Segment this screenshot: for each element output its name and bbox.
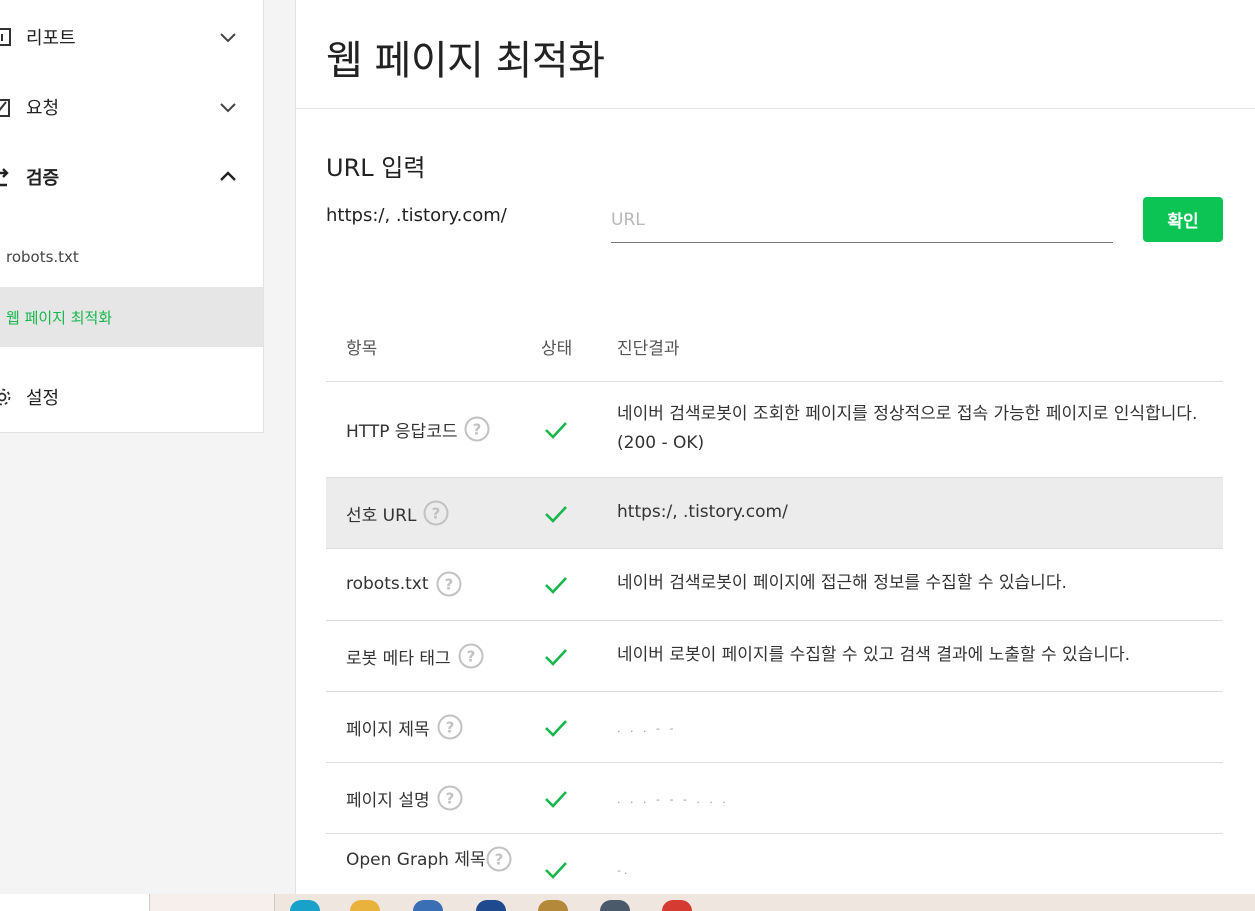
sidebar-subitem-web-optimize[interactable]: 웹 페이지 최적화 <box>0 287 263 347</box>
table-row: 선호 URL ? https:/, .tistory.com/ <box>326 478 1223 549</box>
row-item-label: HTTP 응답코드 <box>346 421 458 442</box>
row-result: https:/, .tistory.com/ <box>617 502 788 522</box>
help-icon[interactable]: ? <box>437 785 463 811</box>
app-icon[interactable] <box>538 900 568 911</box>
row-item-label: Open Graph 제목 <box>346 849 486 870</box>
row-result: -. <box>617 864 631 877</box>
row-item: HTTP 응답코드 ? <box>346 416 536 442</box>
row-item: robots.txt ? <box>346 571 536 597</box>
app-icon[interactable] <box>476 900 506 911</box>
table-row: robots.txt ? 네이버 검색로봇이 페이지에 접근해 정보를 수집할 … <box>326 549 1223 621</box>
table-row: Open Graph 제목 ? -. <box>326 834 1223 894</box>
title-divider <box>296 108 1255 109</box>
sidebar-item-label: 검증 <box>26 168 60 189</box>
row-result: 네이버 검색로봇이 조회한 페이지를 정상적으로 접속 가능한 페이지로 인식합… <box>617 404 1198 453</box>
row-item-label: 선호 URL <box>346 505 417 526</box>
table-row: HTTP 응답코드 ? 네이버 검색로봇이 조회한 페이지를 정상적으로 접속 … <box>326 382 1223 478</box>
verify-icon <box>0 168 9 187</box>
folder-icon[interactable] <box>350 900 380 911</box>
table-header: 항목 상태 진단결과 <box>326 310 1223 382</box>
sidebar-item-label: 요청 <box>26 98 60 119</box>
taskbar-search-area[interactable] <box>150 894 275 911</box>
svg-text:?: ? <box>445 790 454 808</box>
app-icon[interactable] <box>662 900 692 911</box>
chevron-down-icon <box>220 103 236 113</box>
check-icon <box>545 862 567 879</box>
svg-text:?: ? <box>445 719 454 737</box>
gear-icon <box>0 388 11 406</box>
check-icon <box>545 649 567 666</box>
page-title: 웹 페이지 최적화 <box>326 38 605 84</box>
row-item: 페이지 설명 ? <box>346 785 536 811</box>
request-icon <box>0 99 10 117</box>
chevron-down-icon <box>220 33 236 43</box>
app-icon[interactable] <box>600 900 630 911</box>
row-item-label: 로봇 메타 태그 <box>346 648 451 669</box>
header-item: 항목 <box>346 339 378 359</box>
help-icon[interactable]: ? <box>486 846 512 872</box>
sidebar-subitem-label: robots.txt <box>6 248 79 266</box>
check-icon <box>545 422 567 439</box>
help-icon[interactable]: ? <box>458 643 484 669</box>
row-item: Open Graph 제목 ? <box>346 842 516 872</box>
check-icon <box>545 720 567 737</box>
help-icon[interactable]: ? <box>436 571 462 597</box>
row-item-label: robots.txt <box>346 574 429 594</box>
sidebar-item-verify[interactable]: 검증 <box>0 162 264 192</box>
table-row: 페이지 제목 ? . . . - - <box>326 692 1223 763</box>
row-item: 페이지 제목 ? <box>346 714 536 740</box>
help-icon[interactable]: ? <box>437 714 463 740</box>
row-item: 선호 URL ? <box>346 500 536 526</box>
row-result: 네이버 검색로봇이 페이지에 접근해 정보를 수집할 수 있습니다. <box>617 573 1067 593</box>
url-section-heading: URL 입력 <box>326 154 426 182</box>
url-prefix: https:/, .tistory.com/ <box>326 205 507 226</box>
row-item: 로봇 메타 태그 ? <box>346 643 536 669</box>
sidebar-item-label: 설정 <box>26 388 60 409</box>
sidebar-item-label: 리포트 <box>26 28 76 49</box>
diagnosis-table: 항목 상태 진단결과 HTTP 응답코드 ? 네이버 검색로봇이 조회한 페이지… <box>326 310 1223 894</box>
svg-text:?: ? <box>432 505 441 523</box>
confirm-button[interactable]: 확인 <box>1143 197 1223 242</box>
taskbar <box>0 894 1255 911</box>
app-icon[interactable] <box>413 900 443 911</box>
app-icon[interactable] <box>290 900 320 911</box>
svg-text:?: ? <box>494 851 503 869</box>
report-icon <box>0 28 11 46</box>
row-result: 네이버 로봇이 페이지를 수집할 수 있고 검색 결과에 노출할 수 있습니다. <box>617 645 1131 665</box>
row-item-label: 페이지 제목 <box>346 719 430 740</box>
main-panel: 웹 페이지 최적화 URL 입력 https:/, .tistory.com/ … <box>295 0 1255 911</box>
svg-text:?: ? <box>466 648 475 666</box>
table-row: 페이지 설명 ? . . . - - - . . . <box>326 763 1223 834</box>
svg-text:?: ? <box>444 576 453 594</box>
help-icon[interactable]: ? <box>464 416 490 442</box>
chevron-up-icon <box>220 171 236 181</box>
sidebar-item-settings[interactable]: 설정 <box>0 382 264 412</box>
check-icon <box>545 506 567 523</box>
header-status: 상태 <box>541 339 573 359</box>
sidebar: 리포트 요청 검증 robots.txt 웹 페이지 최적화 설정 <box>0 0 264 433</box>
row-result: . . . - - <box>617 722 677 735</box>
row-item-label: 페이지 설명 <box>346 790 430 811</box>
svg-text:?: ? <box>473 421 482 439</box>
sidebar-subitem-robots[interactable]: robots.txt <box>0 227 263 287</box>
check-icon <box>545 791 567 808</box>
sidebar-item-report[interactable]: 리포트 <box>0 22 264 52</box>
header-result: 진단결과 <box>617 339 680 359</box>
help-icon[interactable]: ? <box>423 500 449 526</box>
check-icon <box>545 577 567 594</box>
taskbar-start-area[interactable] <box>0 894 150 911</box>
table-row: 로봇 메타 태그 ? 네이버 로봇이 페이지를 수집할 수 있고 검색 결과에 … <box>326 621 1223 692</box>
sidebar-subitem-label: 웹 페이지 최적화 <box>6 308 113 327</box>
row-result: . . . - - - . . . <box>617 793 729 806</box>
sidebar-item-request[interactable]: 요청 <box>0 92 264 122</box>
url-input[interactable] <box>611 198 1113 243</box>
